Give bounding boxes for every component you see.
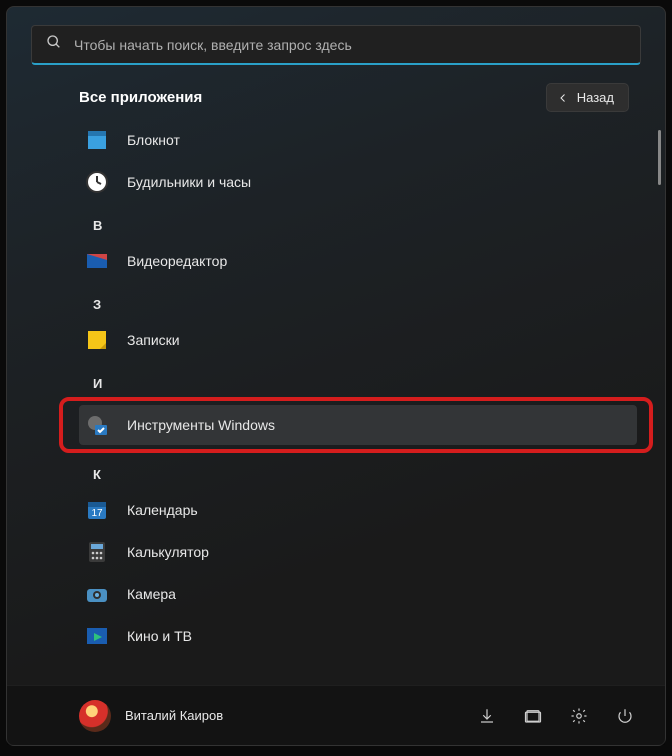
search-wrap — [7, 7, 665, 75]
settings-button[interactable] — [569, 706, 589, 726]
letter-header-v[interactable]: В — [79, 204, 641, 239]
search-icon — [46, 34, 62, 55]
gear-icon — [570, 707, 588, 725]
camera-icon — [85, 582, 109, 606]
back-button[interactable]: Назад — [546, 83, 629, 112]
scrollbar-thumb[interactable] — [658, 130, 661, 185]
app-item-alarms[interactable]: Будильники и часы — [79, 162, 641, 202]
app-item-videoeditor[interactable]: Видеоредактор — [79, 241, 641, 281]
app-item-camera[interactable]: Камера — [79, 574, 641, 614]
app-item-movies-tv[interactable]: Кино и ТВ — [79, 616, 641, 656]
app-label: Инструменты Windows — [127, 417, 275, 433]
app-label: Будильники и часы — [127, 174, 251, 190]
all-apps-title: Все приложения — [79, 89, 202, 106]
footer: Виталий Каиров — [7, 685, 665, 745]
search-box[interactable] — [31, 25, 641, 65]
power-button[interactable] — [615, 706, 635, 726]
windows-tools-icon — [85, 413, 109, 437]
app-label: Календарь — [127, 502, 198, 518]
search-input[interactable] — [62, 37, 626, 53]
downloads-button[interactable] — [477, 706, 497, 726]
notepad-icon — [85, 128, 109, 152]
app-item-calendar[interactable]: 17 Календарь — [79, 490, 641, 530]
letter-header-z[interactable]: З — [79, 283, 641, 318]
annotation-highlight: Инструменты Windows — [59, 397, 653, 453]
footer-icons — [477, 706, 635, 726]
app-label: Записки — [127, 332, 180, 348]
app-label: Калькулятор — [127, 544, 209, 560]
back-button-label: Назад — [577, 90, 614, 105]
letter-header-i[interactable]: И — [79, 362, 641, 397]
app-item-calculator[interactable]: Калькулятор — [79, 532, 641, 572]
avatar — [79, 700, 111, 732]
calendar-icon: 17 — [85, 498, 109, 522]
app-label: Камера — [127, 586, 176, 602]
user-name: Виталий Каиров — [125, 708, 223, 723]
video-editor-icon — [85, 249, 109, 273]
app-list: Блокнот Будильники и часы В Видеоредакто… — [79, 120, 641, 656]
app-item-notepad[interactable]: Блокнот — [79, 120, 641, 160]
letter-header-k[interactable]: К — [79, 453, 641, 488]
app-label: Видеоредактор — [127, 253, 227, 269]
all-apps-header: Все приложения Назад — [7, 75, 665, 118]
sticky-notes-icon — [85, 328, 109, 352]
download-icon — [478, 707, 496, 725]
apps-scroll-area: Блокнот Будильники и часы В Видеоредакто… — [7, 118, 665, 685]
app-label: Кино и ТВ — [127, 628, 192, 644]
clock-icon — [85, 170, 109, 194]
calculator-icon — [85, 540, 109, 564]
app-item-stickynotes[interactable]: Записки — [79, 320, 641, 360]
start-menu: Все приложения Назад Блокнот Будильники … — [6, 6, 666, 746]
svg-text:17: 17 — [91, 508, 103, 519]
chevron-left-icon — [557, 92, 569, 104]
folder-icon — [524, 707, 542, 725]
app-label: Блокнот — [127, 132, 180, 148]
user-profile[interactable]: Виталий Каиров — [79, 700, 477, 732]
power-icon — [616, 707, 634, 725]
file-explorer-button[interactable] — [523, 706, 543, 726]
movies-tv-icon — [85, 624, 109, 648]
app-item-windows-tools[interactable]: Инструменты Windows — [79, 405, 637, 445]
